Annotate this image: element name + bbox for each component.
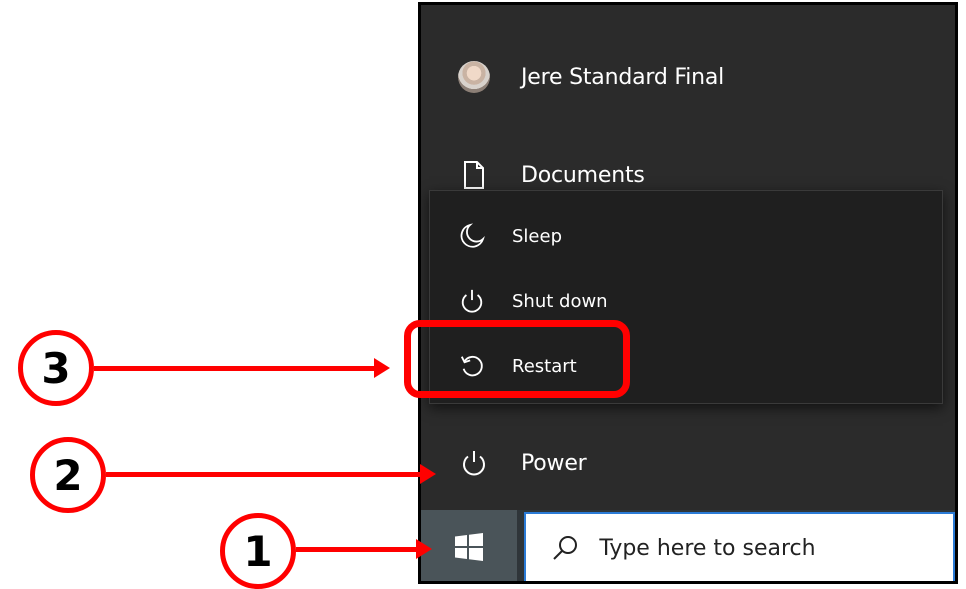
start-menu: Jere Standard Final Documents n Power Sl… (421, 5, 955, 510)
user-name: Jere Standard Final (521, 64, 725, 90)
power-icon (457, 446, 491, 480)
taskbar (421, 510, 955, 581)
arrow-to-start (296, 539, 432, 559)
moon-icon (456, 220, 488, 252)
arrow-to-power (106, 464, 436, 484)
power-button[interactable]: Power (421, 435, 955, 491)
taskbar-search-box[interactable] (524, 512, 955, 581)
documents-label: Documents (521, 162, 645, 188)
arrow-to-restart (94, 358, 390, 378)
callout-step-3: 3 (18, 330, 94, 406)
restart-highlight-box (404, 320, 630, 398)
sleep-option[interactable]: Sleep (430, 208, 942, 264)
callout-step-1: 1 (220, 513, 296, 589)
user-account-item[interactable]: Jere Standard Final (421, 49, 955, 105)
document-icon (457, 158, 491, 192)
start-menu-window: Jere Standard Final Documents n Power Sl… (418, 2, 958, 584)
shut-down-label: Shut down (512, 290, 608, 312)
power-icon (456, 285, 488, 317)
start-button[interactable] (421, 510, 517, 581)
avatar (457, 60, 491, 94)
windows-logo-icon (455, 533, 483, 561)
callout-step-2: 2 (30, 437, 106, 513)
sleep-label: Sleep (512, 225, 563, 247)
power-label: Power (521, 450, 587, 476)
search-icon (550, 533, 579, 563)
search-input[interactable] (597, 534, 953, 562)
